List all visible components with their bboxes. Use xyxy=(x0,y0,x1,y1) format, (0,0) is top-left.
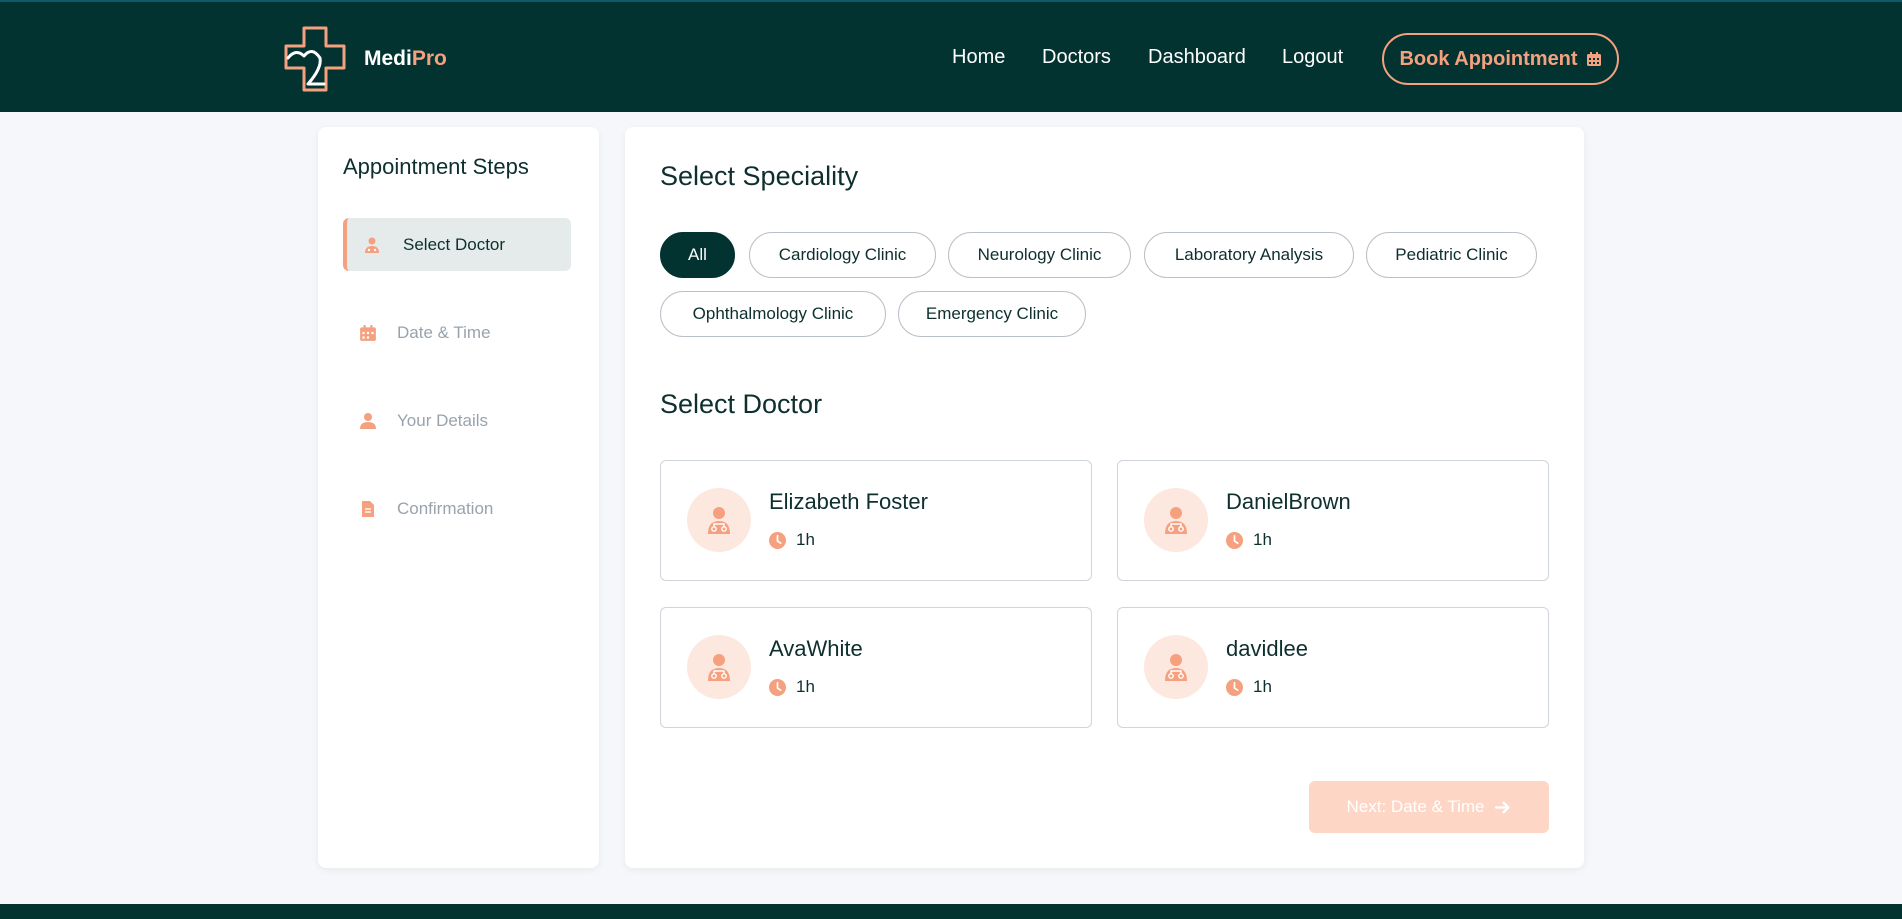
main-panel: Select Speciality All Cardiology Clinic … xyxy=(625,127,1584,868)
speciality-chip-cardiology[interactable]: Cardiology Clinic xyxy=(749,232,936,278)
doctor-card[interactable]: Elizabeth Foster 1h xyxy=(660,460,1092,581)
step-your-details[interactable]: Your Details xyxy=(343,394,571,447)
doctor-avatar xyxy=(687,635,751,699)
clock-icon xyxy=(769,678,786,696)
doctor-title: Select Doctor xyxy=(660,389,823,419)
nav-logout[interactable]: Logout xyxy=(1282,46,1343,69)
doctor-duration: 1h xyxy=(1226,530,1272,550)
nav-doctors[interactable]: Doctors xyxy=(1042,46,1111,69)
brand-name: MediPro xyxy=(364,47,447,70)
calendar-icon xyxy=(1586,52,1601,66)
step-label: Select Doctor xyxy=(403,234,506,254)
clock-icon xyxy=(769,531,786,549)
doctor-name: davidlee xyxy=(1226,636,1308,661)
document-icon xyxy=(357,498,379,520)
speciality-chip-neurology[interactable]: Neurology Clinic xyxy=(948,232,1131,278)
doctor-card[interactable]: DanielBrown 1h xyxy=(1117,460,1549,581)
speciality-chip-pediatric[interactable]: Pediatric Clinic xyxy=(1366,232,1537,278)
doctor-name: DanielBrown xyxy=(1226,489,1351,514)
user-icon xyxy=(357,410,379,432)
speciality-chip-ophthalmology[interactable]: Ophthalmology Clinic xyxy=(660,291,886,337)
doctor-duration: 1h xyxy=(769,677,815,697)
medical-cross-logo-icon xyxy=(284,26,346,92)
doctor-avatar xyxy=(687,488,751,552)
doctor-icon xyxy=(361,234,383,256)
doctor-avatar xyxy=(1144,488,1208,552)
nav-dashboard[interactable]: Dashboard xyxy=(1148,46,1246,69)
duration-label: 1h xyxy=(796,530,815,549)
doctor-icon xyxy=(708,654,730,681)
duration-label: 1h xyxy=(1253,530,1272,549)
calendar-icon xyxy=(357,322,379,344)
footer-bar xyxy=(0,904,1902,919)
doctor-card[interactable]: AvaWhite 1h xyxy=(660,607,1092,728)
speciality-chip-laboratory[interactable]: Laboratory Analysis xyxy=(1144,232,1354,278)
duration-label: 1h xyxy=(1253,677,1272,696)
arrow-right-icon xyxy=(1495,801,1510,813)
doctor-name: Elizabeth Foster xyxy=(769,489,928,514)
step-confirmation[interactable]: Confirmation xyxy=(343,482,571,535)
nav-home[interactable]: Home xyxy=(952,46,1005,69)
step-label: Date & Time xyxy=(397,322,491,342)
speciality-chip-all[interactable]: All xyxy=(660,232,735,278)
doctor-icon xyxy=(1165,507,1187,534)
clock-icon xyxy=(1226,678,1243,696)
sidebar-title: Appointment Steps xyxy=(343,154,529,179)
top-navbar: MediPro Home Doctors Dashboard Logout Bo… xyxy=(0,0,1902,112)
logo[interactable]: MediPro xyxy=(280,24,447,94)
doctor-icon xyxy=(708,507,730,534)
doctor-avatar xyxy=(1144,635,1208,699)
next-date-time-button[interactable]: Next: Date & Time xyxy=(1309,781,1549,833)
clock-icon xyxy=(1226,531,1243,549)
duration-label: 1h xyxy=(796,677,815,696)
appointment-steps-sidebar: Appointment Steps Select Doctor Date & T… xyxy=(318,127,599,868)
doctor-duration: 1h xyxy=(769,530,815,550)
next-button-label: Next: Date & Time xyxy=(1346,797,1485,816)
step-label: Your Details xyxy=(397,410,489,430)
book-appointment-button[interactable]: Book Appointment xyxy=(1382,33,1619,85)
doctor-name: AvaWhite xyxy=(769,636,863,661)
speciality-chip-emergency[interactable]: Emergency Clinic xyxy=(898,291,1086,337)
step-label: Confirmation xyxy=(397,498,494,518)
speciality-title: Select Speciality xyxy=(660,161,859,191)
book-appointment-label: Book Appointment xyxy=(1399,47,1578,70)
doctor-duration: 1h xyxy=(1226,677,1272,697)
doctor-icon xyxy=(1165,654,1187,681)
step-date-time[interactable]: Date & Time xyxy=(343,306,571,359)
step-select-doctor[interactable]: Select Doctor xyxy=(343,218,571,271)
doctor-card[interactable]: davidlee 1h xyxy=(1117,607,1549,728)
